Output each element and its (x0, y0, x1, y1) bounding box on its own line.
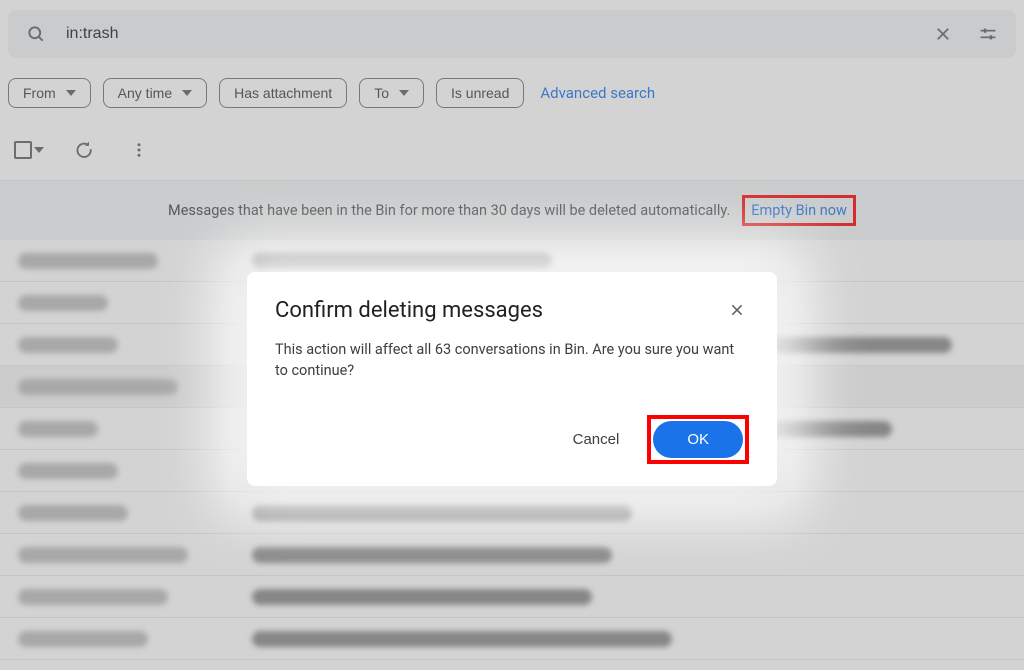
trash-banner: Messages that have been in the Bin for m… (0, 181, 1024, 240)
empty-bin-link[interactable]: Empty Bin now (751, 202, 847, 219)
list-item[interactable] (0, 576, 1024, 618)
filter-from[interactable]: From (8, 78, 91, 108)
banner-text: Messages that have been in the Bin for m… (168, 202, 730, 219)
filter-from-label: From (23, 85, 56, 101)
filter-to-label: To (374, 85, 389, 101)
empty-bin-highlight: Empty Bin now (742, 195, 856, 226)
filter-any-time-label: Any time (118, 85, 172, 101)
search-icon[interactable] (20, 18, 52, 50)
filter-has-attachment-label: Has attachment (234, 85, 332, 101)
confirm-delete-modal: Confirm deleting messages This action wi… (247, 272, 777, 486)
modal-close-button[interactable] (725, 298, 749, 322)
toolbar (0, 126, 1024, 181)
refresh-button[interactable] (68, 134, 100, 166)
caret-down-icon (34, 147, 44, 153)
filter-to[interactable]: To (359, 78, 424, 108)
ok-button-highlight: OK (647, 415, 749, 464)
caret-down-icon (182, 90, 192, 96)
filter-is-unread[interactable]: Is unread (436, 78, 524, 108)
tune-icon[interactable] (972, 18, 1004, 50)
filter-has-attachment[interactable]: Has attachment (219, 78, 347, 108)
checkbox-icon (14, 141, 32, 159)
list-item[interactable] (0, 492, 1024, 534)
caret-down-icon (66, 90, 76, 96)
modal-title: Confirm deleting messages (275, 298, 543, 323)
list-item[interactable] (0, 618, 1024, 660)
modal-body-text: This action will affect all 63 conversat… (275, 339, 745, 381)
clear-search-button[interactable] (928, 19, 958, 49)
filter-is-unread-label: Is unread (451, 85, 509, 101)
ok-button[interactable]: OK (653, 421, 743, 458)
filter-any-time[interactable]: Any time (103, 78, 207, 108)
cancel-button[interactable]: Cancel (565, 423, 628, 456)
search-bar (8, 10, 1016, 58)
search-input[interactable] (66, 25, 914, 43)
filter-row: From Any time Has attachment To Is unrea… (0, 58, 1024, 126)
caret-down-icon (399, 90, 409, 96)
more-actions-button[interactable] (124, 135, 154, 165)
list-item[interactable] (0, 534, 1024, 576)
select-all-checkbox[interactable] (14, 141, 44, 159)
close-icon (729, 302, 745, 318)
advanced-search-link[interactable]: Advanced search (540, 84, 655, 102)
